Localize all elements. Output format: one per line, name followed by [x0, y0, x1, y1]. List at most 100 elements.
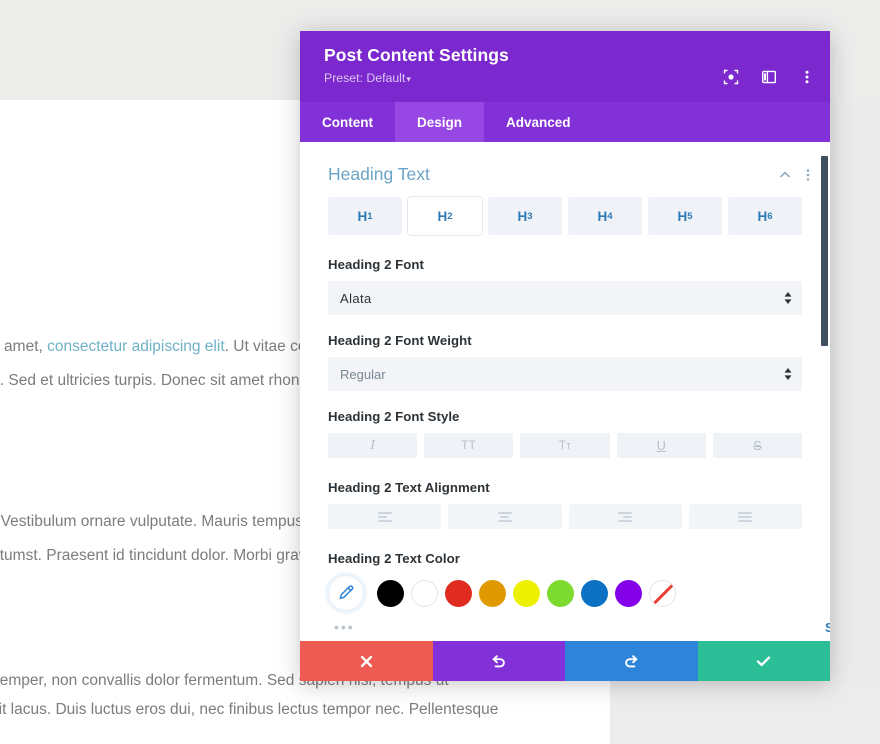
heading-font-weight-value: Regular: [340, 367, 386, 382]
strikethrough-glyph: S: [753, 439, 761, 453]
heading-font-label: Heading 2 Font: [328, 257, 802, 272]
swatch-black[interactable]: [377, 580, 404, 607]
heading-text-color-field: Heading 2 Text Color: [300, 551, 830, 566]
h1-sub: 1: [367, 211, 372, 222]
heading-level-tabs: H1 H2 H3 H4 H5 H6: [300, 197, 830, 235]
modal-title: Post Content Settings: [324, 45, 810, 66]
swatch-purple[interactable]: [615, 580, 642, 607]
capitalize-button[interactable]: TT: [520, 433, 609, 458]
align-center-button[interactable]: [448, 504, 561, 529]
more-colors-button[interactable]: •••: [328, 622, 355, 632]
align-justify-button[interactable]: [689, 504, 802, 529]
swatch-blue[interactable]: [581, 580, 608, 607]
heading-tab-h4[interactable]: H4: [568, 197, 642, 235]
heading-alignment-label: Heading 2 Text Alignment: [328, 480, 802, 495]
heading-tab-h5[interactable]: H5: [648, 197, 722, 235]
eyedropper-button[interactable]: [328, 575, 364, 611]
color-palette: [300, 575, 830, 611]
h1-label: H: [357, 209, 367, 224]
font-style-buttons: I TT TT U S: [300, 433, 830, 458]
h4-label: H: [597, 209, 607, 224]
align-justify-icon: [738, 512, 752, 522]
modal-header-actions: [722, 68, 816, 86]
underline-button[interactable]: U: [617, 433, 706, 458]
capitalize-glyph: T: [559, 440, 566, 452]
h5-sub: 5: [687, 211, 692, 222]
stepper-arrows-icon: [784, 368, 792, 380]
h5-label: H: [677, 209, 687, 224]
h2-label: H: [437, 209, 447, 224]
h3-sub: 3: [527, 211, 532, 222]
swatch-red[interactable]: [445, 580, 472, 607]
heading-alignment-field: Heading 2 Text Alignment: [300, 480, 830, 495]
screen: it amet, consectetur adipiscing elit. Ut…: [0, 0, 880, 744]
post-content-settings-modal: Post Content Settings Preset: Default▾: [300, 31, 830, 681]
uppercase-button[interactable]: TT: [424, 433, 513, 458]
heading-font-field: Heading 2 Font Alata: [300, 257, 830, 315]
close-icon: [359, 654, 374, 669]
heading-tab-h6[interactable]: H6: [728, 197, 802, 235]
uppercase-glyph: TT: [461, 440, 476, 452]
section-more-vertical-icon[interactable]: [806, 168, 810, 182]
h6-label: H: [757, 209, 767, 224]
heading-font-select[interactable]: Alata: [328, 281, 802, 315]
inline-link[interactable]: consectetur adipiscing elit: [47, 338, 225, 355]
fullscreen-icon[interactable]: [722, 68, 740, 86]
heading-font-value: Alata: [340, 291, 372, 306]
swatch-transparent[interactable]: [649, 580, 676, 607]
align-center-icon: [498, 512, 512, 522]
cancel-button[interactable]: [300, 641, 433, 681]
save-button[interactable]: [698, 641, 831, 681]
scrollbar-thumb[interactable]: [821, 156, 828, 346]
tab-design[interactable]: Design: [395, 102, 484, 142]
h4-sub: 4: [607, 211, 612, 222]
section-title: Heading Text: [328, 164, 778, 185]
modal-header: Post Content Settings Preset: Default▾: [300, 31, 830, 102]
heading-tab-h3[interactable]: H3: [488, 197, 562, 235]
tab-content[interactable]: Content: [300, 102, 395, 142]
page-paragraph-6: bit lacus. Duis luctus eros dui, nec fin…: [0, 693, 498, 727]
undo-button[interactable]: [433, 641, 566, 681]
preset-label: Preset: Default: [324, 71, 405, 85]
h6-sub: 6: [767, 211, 772, 222]
heading-font-weight-field: Heading 2 Font Weight Regular: [300, 333, 830, 391]
undo-icon: [490, 653, 507, 670]
modal-footer-actions: [300, 641, 830, 681]
italic-button[interactable]: I: [328, 433, 417, 458]
underline-glyph: U: [657, 439, 666, 453]
heading-font-weight-label: Heading 2 Font Weight: [328, 333, 802, 348]
palette-meta-row: ••• Saved Recent: [300, 611, 830, 637]
chevron-down-icon: ▾: [406, 74, 411, 84]
swatch-white[interactable]: [411, 580, 438, 607]
layout-panel-icon[interactable]: [760, 68, 778, 86]
h3-label: H: [517, 209, 527, 224]
swatch-green[interactable]: [547, 580, 574, 607]
heading-text-section-header: Heading Text: [300, 142, 830, 197]
redo-button[interactable]: [565, 641, 698, 681]
settings-panel-body: Heading Text H1 H2 H3 H4 H5 H: [300, 142, 830, 681]
align-left-button[interactable]: [328, 504, 441, 529]
panel-scrollbar[interactable]: [821, 142, 828, 681]
page-right-column-footer: [610, 686, 880, 744]
tab-advanced[interactable]: Advanced: [484, 102, 593, 142]
text-alignment-buttons: [300, 504, 830, 529]
italic-glyph: I: [370, 438, 375, 454]
heading-tab-h2[interactable]: H2: [408, 197, 482, 235]
swatch-orange[interactable]: [479, 580, 506, 607]
heading-tab-h1[interactable]: H1: [328, 197, 402, 235]
more-vertical-icon[interactable]: [798, 68, 816, 86]
align-right-icon: [618, 512, 632, 522]
redo-icon: [623, 653, 640, 670]
h2-sub: 2: [447, 211, 452, 222]
check-icon: [755, 654, 772, 669]
stepper-arrows-icon: [784, 292, 792, 304]
swatch-yellow[interactable]: [513, 580, 540, 607]
align-right-button[interactable]: [569, 504, 682, 529]
chevron-up-icon[interactable]: [778, 168, 792, 182]
strikethrough-button[interactable]: S: [713, 433, 802, 458]
heading-font-style-field: Heading 2 Font Style: [300, 409, 830, 424]
heading-text-color-label: Heading 2 Text Color: [328, 551, 802, 566]
heading-font-weight-select[interactable]: Regular: [328, 357, 802, 391]
heading-font-style-label: Heading 2 Font Style: [328, 409, 802, 424]
align-left-icon: [378, 512, 392, 522]
